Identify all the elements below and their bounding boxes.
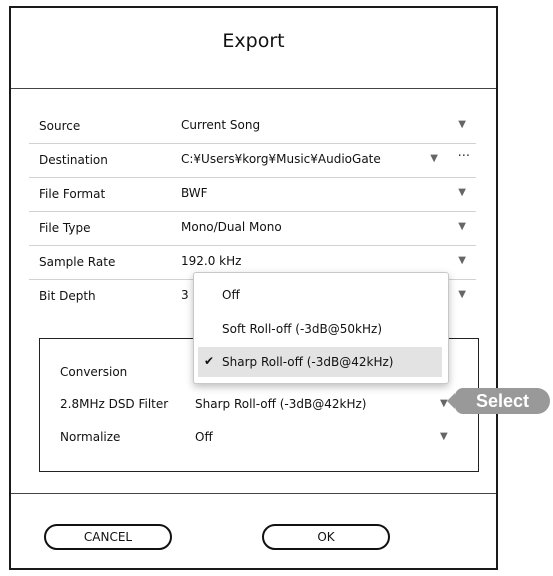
source-value[interactable]: Current Song bbox=[181, 118, 260, 132]
source-label: Source bbox=[39, 119, 81, 133]
destination-value[interactable]: C:¥Users¥korg¥Music¥AudioGate bbox=[181, 152, 381, 166]
cancel-button[interactable]: CANCEL bbox=[44, 524, 172, 550]
dropdown-option-off[interactable]: Off bbox=[194, 280, 442, 310]
dropdown-option-soft-rolloff[interactable]: Soft Roll-off (-3dB@50kHz) bbox=[194, 314, 442, 344]
chevron-down-icon[interactable]: ▼ bbox=[458, 255, 466, 266]
file-type-row[interactable]: File Type Mono/Dual Mono ▼ bbox=[29, 211, 476, 246]
footer-divider bbox=[11, 493, 496, 494]
file-type-value[interactable]: Mono/Dual Mono bbox=[181, 220, 282, 234]
chevron-down-icon[interactable]: ▼ bbox=[458, 187, 466, 198]
bit-depth-label: Bit Depth bbox=[39, 289, 96, 303]
file-format-label: File Format bbox=[39, 187, 106, 201]
chevron-down-icon[interactable]: ▼ bbox=[440, 431, 448, 442]
destination-row[interactable]: Destination C:¥Users¥korg¥Music¥AudioGat… bbox=[29, 143, 476, 178]
normalize-value[interactable]: Off bbox=[195, 430, 213, 444]
sample-rate-value[interactable]: 192.0 kHz bbox=[181, 254, 241, 268]
chevron-down-icon[interactable]: ▼ bbox=[458, 119, 466, 130]
title-divider bbox=[11, 88, 496, 89]
chevron-down-icon[interactable]: ▼ bbox=[430, 153, 438, 164]
select-callout: Select bbox=[447, 388, 550, 414]
sample-rate-label: Sample Rate bbox=[39, 255, 116, 269]
option-label: Off bbox=[222, 288, 240, 302]
bit-depth-value[interactable]: 3 bbox=[181, 288, 189, 302]
conversion-label: Conversion bbox=[60, 365, 128, 379]
file-format-value[interactable]: BWF bbox=[181, 186, 208, 200]
browse-more-icon[interactable]: ··· bbox=[458, 149, 470, 164]
source-row[interactable]: Source Current Song ▼ bbox=[29, 109, 476, 144]
normalize-label: Normalize bbox=[60, 430, 121, 444]
chevron-down-icon[interactable]: ▼ bbox=[458, 221, 466, 232]
checkmark-icon: ✔ bbox=[204, 354, 215, 368]
file-format-row[interactable]: File Format BWF ▼ bbox=[29, 177, 476, 212]
destination-label: Destination bbox=[39, 153, 108, 167]
dropdown-option-sharp-rolloff[interactable]: ✔ Sharp Roll-off (-3dB@42kHz) bbox=[198, 347, 442, 377]
ok-button[interactable]: OK bbox=[262, 524, 390, 550]
dsd-filter-label: 2.8MHz DSD Filter bbox=[60, 397, 169, 411]
file-type-label: File Type bbox=[39, 221, 91, 235]
chevron-down-icon[interactable]: ▼ bbox=[458, 289, 466, 300]
dialog-title: Export bbox=[222, 30, 285, 52]
dsd-filter-dropdown: Off Soft Roll-off (-3dB@50kHz) ✔ Sharp R… bbox=[193, 272, 449, 384]
option-label: Soft Roll-off (-3dB@50kHz) bbox=[222, 322, 382, 336]
dsd-filter-value[interactable]: Sharp Roll-off (-3dB@42kHz) bbox=[195, 397, 366, 411]
option-label: Sharp Roll-off (-3dB@42kHz) bbox=[222, 355, 394, 369]
